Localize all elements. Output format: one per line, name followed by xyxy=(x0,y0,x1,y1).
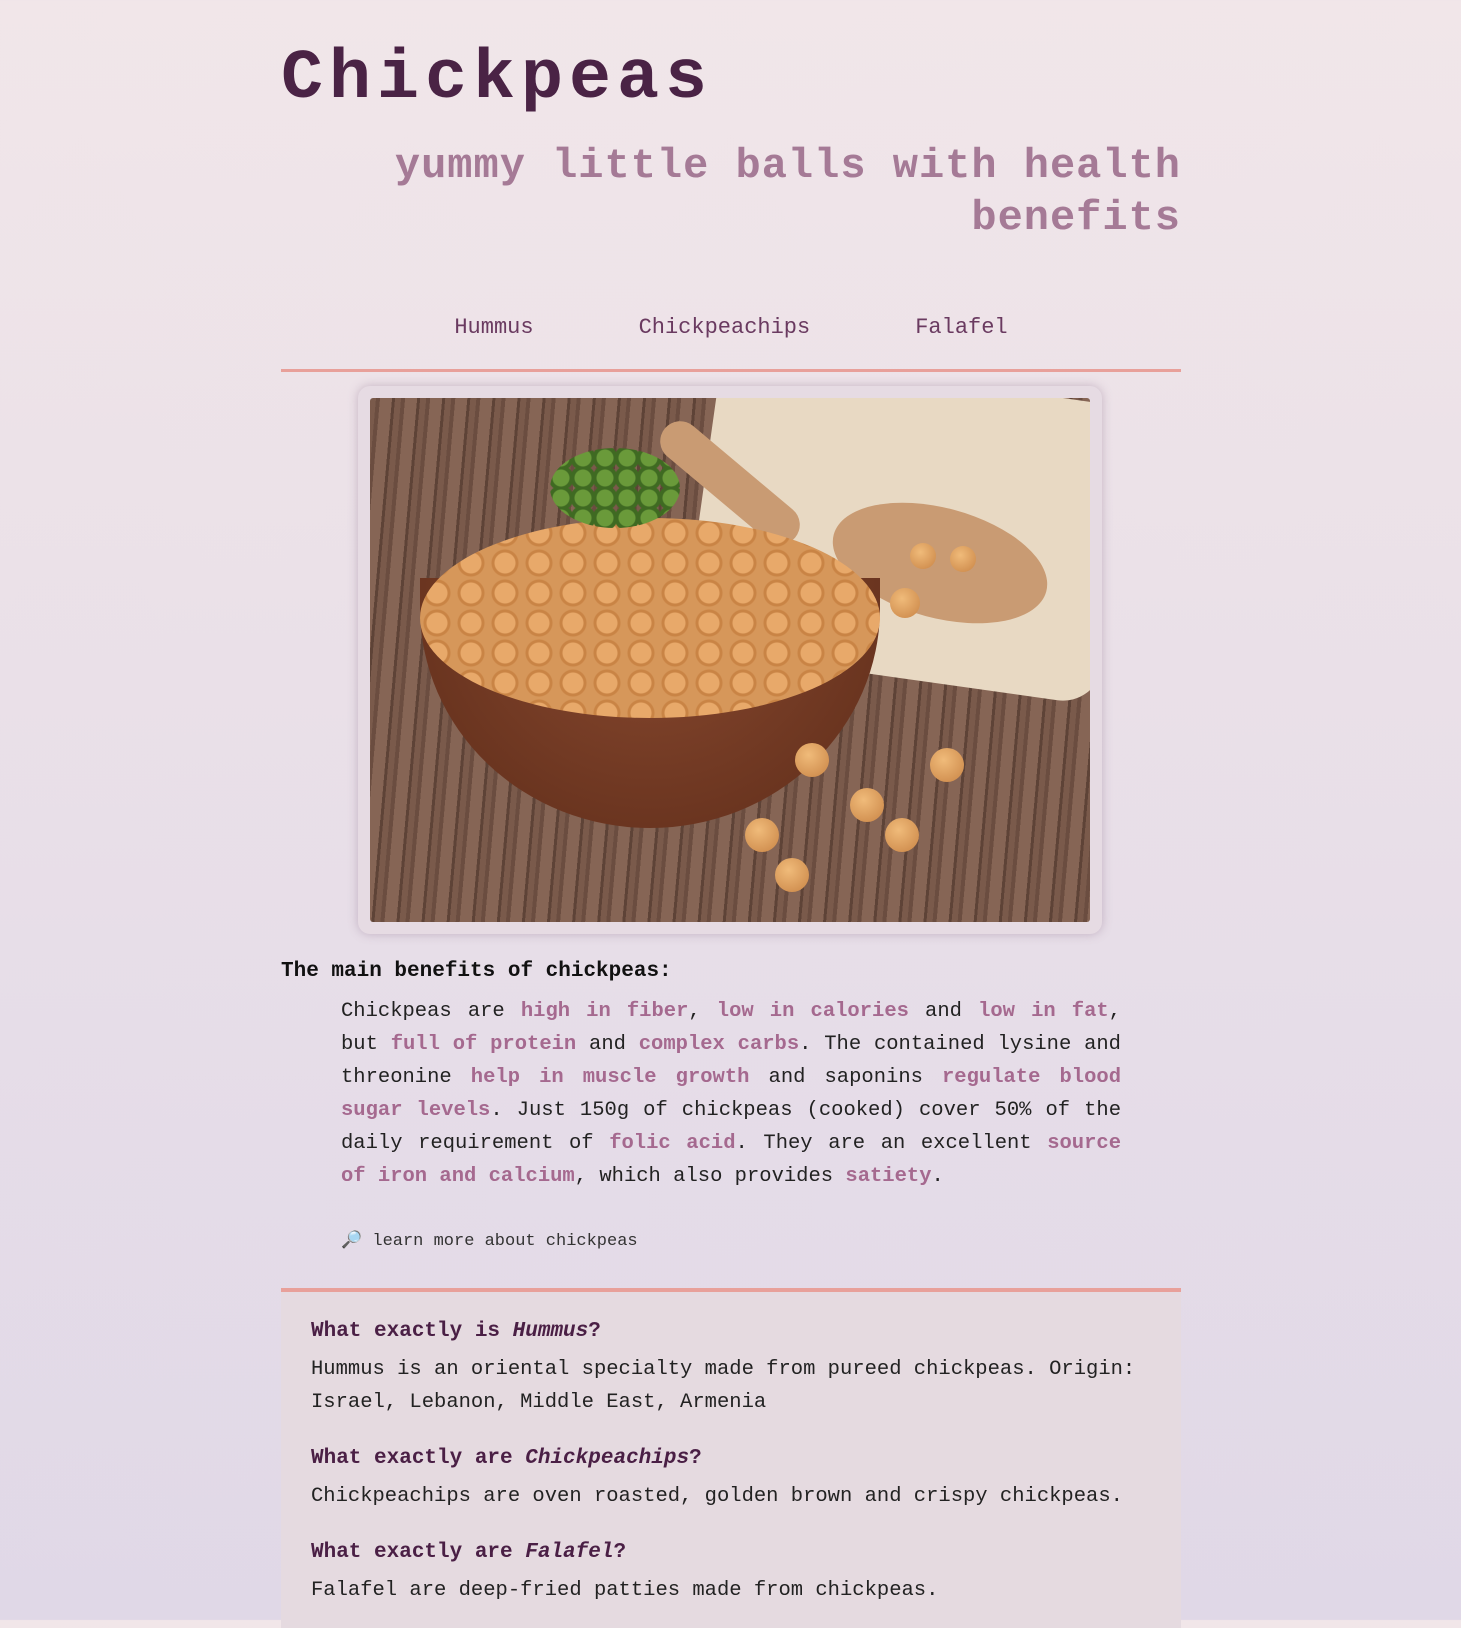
highlight: low in calories xyxy=(716,1000,909,1023)
text: and xyxy=(908,1000,979,1023)
text: . They are an excellent xyxy=(735,1132,1048,1155)
benefits-paragraph: Chickpeas are high in fiber, low in calo… xyxy=(341,995,1121,1193)
benefits-heading: The main benefits of chickpeas: xyxy=(281,960,672,983)
chickpeas-photo xyxy=(370,398,1090,922)
magnifier-icon: 🔎 xyxy=(341,1232,363,1251)
faq-answer-hummus: Hummus is an oriental specialty made fro… xyxy=(311,1358,1136,1414)
text: and saponins xyxy=(749,1066,942,1089)
learn-more-link[interactable]: 🔎 learn more about chickpeas xyxy=(341,1230,638,1251)
highlight: low in fat xyxy=(978,1000,1109,1023)
highlight: high in fiber xyxy=(520,1000,689,1023)
page-title: Chickpeas xyxy=(281,40,714,119)
faq-question-hummus: What exactly is Hummus? xyxy=(311,1320,601,1343)
text: , xyxy=(688,1000,717,1023)
highlight: help in muscle growth xyxy=(470,1066,750,1089)
highlight: satiety xyxy=(845,1165,932,1188)
text: , which also provides xyxy=(574,1165,846,1188)
nav-link-chickpeachips[interactable]: Chickpeachips xyxy=(639,315,811,369)
faq-question-chickpeachips: What exactly are Chickpeachips? xyxy=(311,1447,702,1470)
text: Chickpeas are xyxy=(341,1000,521,1023)
text: . xyxy=(931,1165,944,1188)
nav-link-falafel[interactable]: Falafel xyxy=(915,315,1007,369)
faq-question-falafel: What exactly are Falafel? xyxy=(311,1541,627,1564)
faq-answer-falafel: Falafel are deep-fried patties made from… xyxy=(311,1579,939,1602)
faq-section: What exactly is Hummus? Hummus is an ori… xyxy=(281,1288,1181,1628)
highlight: complex carbs xyxy=(638,1033,800,1056)
text: and xyxy=(576,1033,639,1056)
learn-more-label: learn more about chickpeas xyxy=(372,1232,638,1251)
main-nav: Hummus Chickpeachips Falafel xyxy=(281,315,1181,372)
nav-link-hummus[interactable]: Hummus xyxy=(454,315,533,369)
page-subtitle: yummy little balls with health benefits xyxy=(394,142,1181,242)
image-frame xyxy=(358,386,1102,934)
highlight: folic acid xyxy=(609,1132,736,1155)
highlight: full of protein xyxy=(390,1033,577,1056)
faq-answer-chickpeachips: Chickpeachips are oven roasted, golden b… xyxy=(311,1485,1123,1508)
